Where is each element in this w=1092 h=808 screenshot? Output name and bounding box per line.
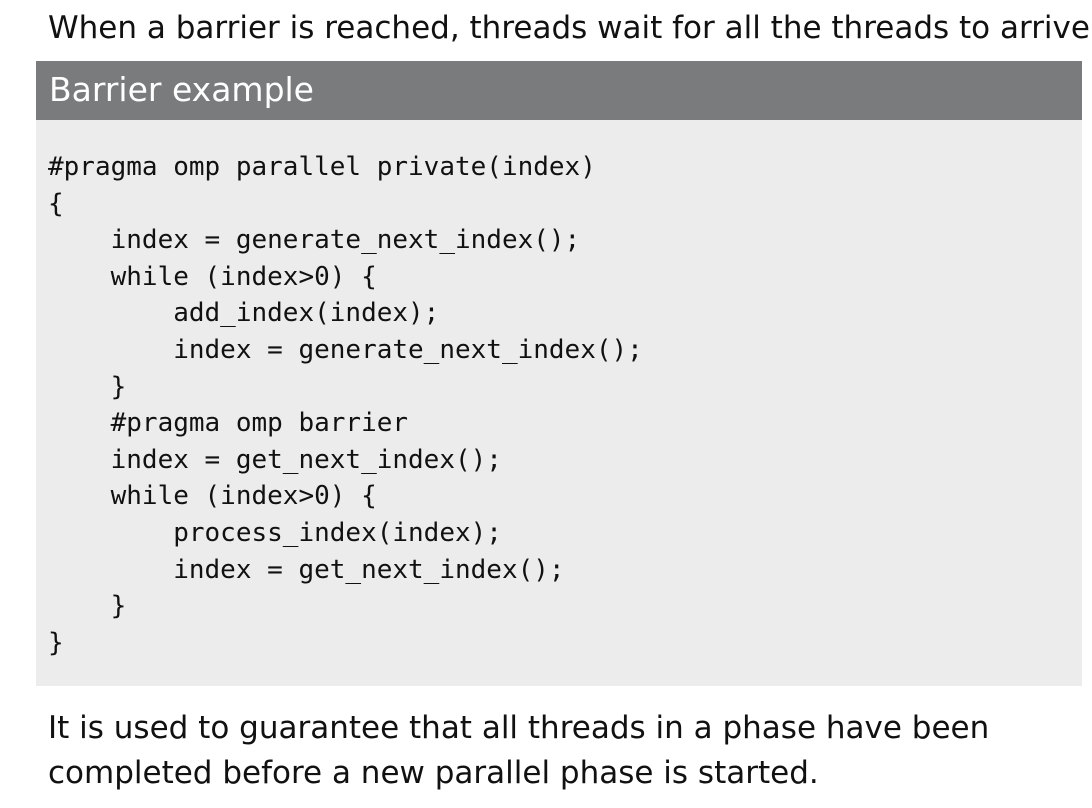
code-line: index = generate_next_index(); [48,334,643,365]
code-line: { [48,188,64,219]
code-line: while (index>0) { [48,261,377,292]
code-line: add_index(index); [48,298,440,329]
outro-line: completed before a new parallel phase is… [48,755,819,791]
code-line: index = get_next_index(); [48,444,502,475]
code-line: } [48,591,127,622]
code-line: } [48,627,64,658]
code-line: #pragma omp parallel private(index) [48,152,596,182]
code-listing: #pragma omp parallel private(index) { ind… [48,149,643,661]
code-line: process_index(index); [48,517,502,548]
code-line: index = generate_next_index(); [48,225,581,256]
example-block: Barrier example #pragma omp parallel pri… [36,61,1082,686]
code-line: } [48,371,127,402]
code-line: while (index>0) { [48,481,377,512]
intro-text: When a barrier is reached, threads wait … [48,10,1092,46]
outro-text: It is used to guarantee that all threads… [48,706,1078,796]
example-block-title: Barrier example [36,61,1082,120]
code-line: #pragma omp barrier [48,408,409,439]
outro-line: It is used to guarantee that all threads… [48,710,990,746]
code-line: index = get_next_index(); [48,554,565,585]
